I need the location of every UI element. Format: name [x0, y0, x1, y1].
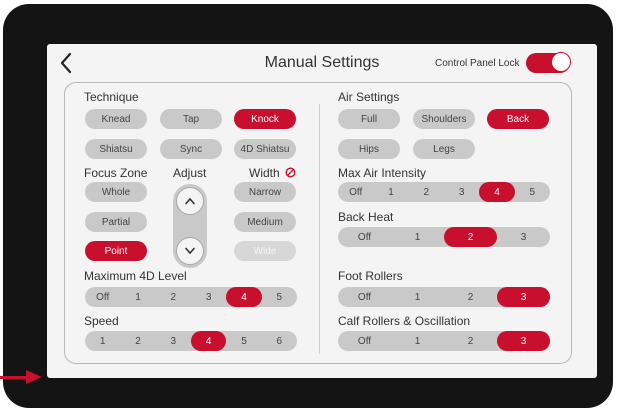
width-narrow-button[interactable]: Narrow [234, 182, 296, 202]
control-panel-lock-label: Control Panel Lock [435, 58, 520, 69]
focus-zone-label: Focus Zone [84, 166, 148, 180]
speed-option[interactable]: 1 [85, 331, 120, 351]
back-heat-option[interactable]: 1 [391, 227, 444, 247]
foot-rollers-option-selected[interactable]: 3 [497, 287, 550, 307]
air-intensity-option[interactable]: 5 [515, 182, 550, 202]
speed-option[interactable]: 2 [120, 331, 155, 351]
technique-label: Technique [84, 90, 139, 104]
control-panel-lock-toggle[interactable] [526, 52, 571, 73]
chevron-up-icon [185, 197, 195, 205]
foot-rollers-option[interactable]: 2 [444, 287, 497, 307]
max-4d-level-selector: Off 1 2 3 4 5 [85, 287, 297, 307]
adjust-label: Adjust [173, 166, 207, 180]
pointer-arrow-icon [26, 370, 42, 384]
air-back-button[interactable]: Back [487, 109, 549, 129]
air-intensity-option-selected[interactable]: 4 [479, 182, 515, 202]
air-intensity-option[interactable]: 3 [444, 182, 479, 202]
air-intensity-option[interactable]: Off [338, 182, 373, 202]
foot-rollers-option[interactable]: 1 [391, 287, 444, 307]
speed-option[interactable]: 5 [226, 331, 261, 351]
air-settings-label: Air Settings [338, 90, 400, 104]
toggle-knob [551, 52, 571, 72]
focus-point-button[interactable]: Point [85, 241, 147, 261]
speed-option[interactable]: 3 [156, 331, 191, 351]
focus-whole-button[interactable]: Whole [85, 182, 147, 202]
adjust-control [173, 184, 207, 268]
calf-rollers-option[interactable]: 2 [444, 331, 497, 351]
back-heat-selector: Off 1 2 3 [338, 227, 550, 247]
max-4d-option[interactable]: 1 [120, 287, 155, 307]
chevron-down-icon [185, 247, 195, 255]
air-shoulders-button[interactable]: Shoulders [413, 109, 475, 129]
prohibited-icon [285, 167, 296, 178]
foot-rollers-label: Foot Rollers [338, 269, 403, 283]
tablet-frame: Manual Settings Control Panel Lock Techn… [3, 4, 613, 408]
adjust-down-button[interactable] [176, 237, 204, 265]
max-4d-option-selected[interactable]: 4 [226, 287, 262, 307]
air-legs-button[interactable]: Legs [413, 139, 475, 159]
pointer-arrow-shaft [0, 376, 28, 379]
speed-selector: 1 2 3 4 5 6 [85, 331, 297, 351]
technique-knead-button[interactable]: Knead [85, 109, 147, 129]
column-divider [319, 104, 320, 354]
adjust-up-button[interactable] [176, 187, 204, 215]
calf-rollers-option[interactable]: Off [338, 331, 391, 351]
max-air-intensity-selector: Off 1 2 3 4 5 [338, 182, 550, 202]
width-label: Width [249, 166, 296, 180]
technique-knock-button[interactable]: Knock [234, 109, 296, 129]
max-4d-option[interactable]: 5 [262, 287, 297, 307]
air-intensity-option[interactable]: 2 [409, 182, 444, 202]
back-heat-option[interactable]: Off [338, 227, 391, 247]
calf-rollers-label: Calf Rollers & Oscillation [338, 314, 471, 328]
speed-option-selected[interactable]: 4 [190, 331, 227, 351]
width-label-text: Width [249, 166, 280, 180]
max-4d-option[interactable]: Off [85, 287, 120, 307]
air-full-button[interactable]: Full [338, 109, 400, 129]
calf-rollers-option[interactable]: 1 [391, 331, 444, 351]
air-intensity-option[interactable]: 1 [373, 182, 408, 202]
back-heat-option[interactable]: 3 [497, 227, 550, 247]
foot-rollers-option[interactable]: Off [338, 287, 391, 307]
speed-option[interactable]: 6 [262, 331, 297, 351]
calf-rollers-selector: Off 1 2 3 [338, 331, 550, 351]
calf-rollers-option-selected[interactable]: 3 [497, 331, 550, 351]
technique-4d-shiatsu-button[interactable]: 4D Shiatsu [234, 139, 296, 159]
foot-rollers-selector: Off 1 2 3 [338, 287, 550, 307]
technique-sync-button[interactable]: Sync [160, 139, 222, 159]
focus-partial-button[interactable]: Partial [85, 212, 147, 232]
screen: Manual Settings Control Panel Lock Techn… [47, 44, 597, 378]
technique-shiatsu-button[interactable]: Shiatsu [85, 139, 147, 159]
back-heat-option-selected[interactable]: 2 [444, 227, 497, 247]
back-heat-label: Back Heat [338, 210, 394, 224]
air-hips-button[interactable]: Hips [338, 139, 400, 159]
technique-tap-button[interactable]: Tap [160, 109, 222, 129]
max-4d-level-label: Maximum 4D Level [84, 269, 187, 283]
speed-label: Speed [84, 314, 119, 328]
max-4d-option[interactable]: 2 [156, 287, 191, 307]
width-wide-button[interactable]: Wide [234, 241, 296, 261]
max-air-intensity-label: Max Air Intensity [338, 166, 427, 180]
max-4d-option[interactable]: 3 [191, 287, 226, 307]
width-medium-button[interactable]: Medium [234, 212, 296, 232]
